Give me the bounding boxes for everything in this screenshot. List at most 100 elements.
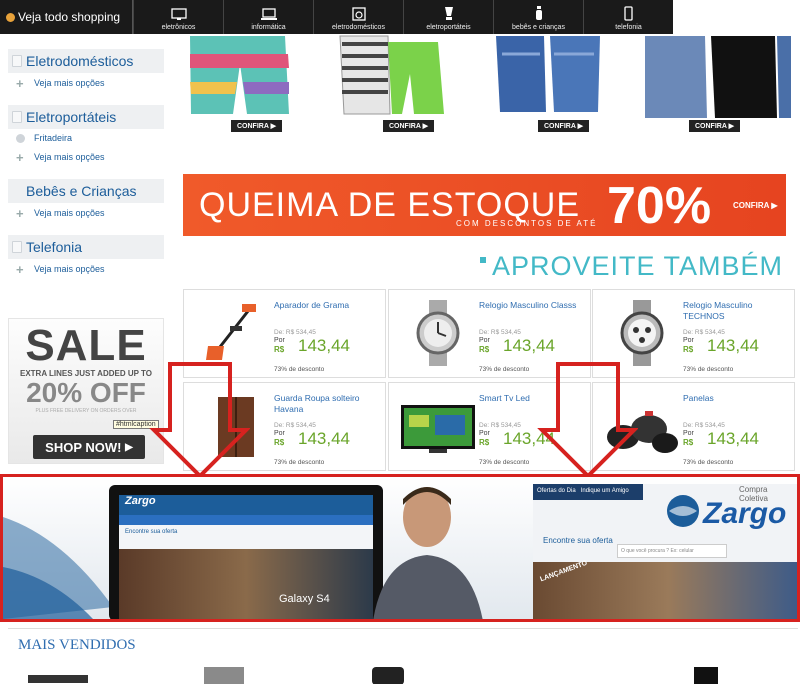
preview-search-label: Encontre sua oferta xyxy=(543,536,613,545)
confira-label: CONFIRA xyxy=(389,123,421,130)
screen-phone-label: Galaxy S4 xyxy=(279,593,330,605)
laptop-screenshot: Zargo Encontre sua oferta Galaxy S4 xyxy=(109,485,383,619)
sidebar-item-fritadeira[interactable]: Fritadeira xyxy=(8,129,164,147)
product-currency: R$ xyxy=(683,438,694,447)
shop-all-link[interactable]: Veja todo shopping xyxy=(0,0,133,34)
queima-sub: COM DESCONTOS DE ATÉ xyxy=(456,219,598,228)
product-old-price: De: R$ 534,45 xyxy=(274,422,316,429)
section-title-mais-vendidos: MAIS VENDIDOS xyxy=(18,637,136,653)
zargo-logo: Zargo xyxy=(703,497,787,530)
product-por: Por xyxy=(479,337,490,344)
sidebar-item-more[interactable]: + Veja mais opções xyxy=(8,203,164,223)
sidebar-item-label: Veja mais opções xyxy=(34,78,105,88)
laptop-screen: Zargo Encontre sua oferta Galaxy S4 xyxy=(119,495,373,619)
laptop-icon xyxy=(260,8,277,20)
product-price: 143,44 xyxy=(707,336,759,355)
nav-bebes-criancas[interactable]: bebês e crianças xyxy=(493,0,583,34)
sidebar-heading-eletroportateis[interactable]: Eletroportáteis xyxy=(8,105,164,129)
sidebar-heading-label: Bebês e Crianças xyxy=(26,183,137,199)
product-name[interactable]: Panelas xyxy=(683,393,788,404)
sidebar-heading-label: Eletrodomésticos xyxy=(26,53,134,69)
screen-menu xyxy=(119,515,373,525)
product-name[interactable]: Guarda Roupa solteiro Havana xyxy=(274,393,379,415)
queima-banner[interactable]: QUEIMA DE ESTOQUE COM DESCONTOS DE ATÉ 7… xyxy=(183,174,786,236)
tv-image xyxy=(401,405,475,453)
mais-vendidos-section: MAIS VENDIDOS xyxy=(8,628,798,684)
nav-eletrodomesticos[interactable]: eletrodomésticos xyxy=(313,0,403,34)
shorts-image[interactable] xyxy=(494,34,604,118)
product-discount: 73% de desconto xyxy=(479,366,530,373)
shorts-image[interactable] xyxy=(645,34,791,118)
product-thumb[interactable] xyxy=(684,667,724,684)
zargo-ad-banner[interactable]: Zargo Encontre sua oferta Galaxy S4 Ofer… xyxy=(0,474,800,622)
watch-image xyxy=(416,300,460,366)
confira-button[interactable]: CONFIRA ▶ xyxy=(231,120,282,132)
queima-cta[interactable]: CONFIRA ▶ xyxy=(733,201,778,210)
queima-cta-label: CONFIRA xyxy=(733,201,770,210)
featured-shorts-row: CONFIRA ▶ CONFIRA ▶ CONFIRA ▶ CONFIRA ▶ xyxy=(183,34,791,132)
product-name[interactable]: Aparador de Grama xyxy=(274,300,379,311)
monitor-icon xyxy=(170,8,187,20)
product-old-price: De: R$ 534,45 xyxy=(479,422,521,429)
chevron-right-icon: ▶ xyxy=(577,123,583,130)
nav-telefonia[interactable]: telefonia xyxy=(583,0,673,34)
queima-percent: 70% xyxy=(607,177,712,235)
product-old-price: De: R$ 534,45 xyxy=(479,329,521,336)
shorts-image[interactable] xyxy=(338,34,448,118)
confira-button[interactable]: CONFIRA ▶ xyxy=(538,120,589,132)
sidebar-heading-bebes[interactable]: Bebês e Crianças xyxy=(8,179,164,203)
preview-search-input: O que você procura ? Ex: celular xyxy=(617,544,727,558)
product-por: Por xyxy=(683,337,694,344)
bullet-icon xyxy=(16,133,25,143)
nav-eletroportateis[interactable]: eletroportáteis xyxy=(403,0,493,34)
confira-button[interactable]: CONFIRA ▶ xyxy=(383,120,434,132)
sidebar-item-more[interactable]: + Veja mais opções xyxy=(8,73,164,93)
preview-tab: Ofertas do Dia xyxy=(537,488,576,494)
nav-label: informática xyxy=(251,24,286,31)
confira-button[interactable]: CONFIRA ▶ xyxy=(689,120,740,132)
category-icon xyxy=(12,185,22,197)
sidebar-heading-label: Eletroportáteis xyxy=(26,109,117,125)
nav-label: telefonia xyxy=(615,24,642,31)
sidebar-heading-eletrodomesticos[interactable]: Eletrodomésticos xyxy=(8,49,164,73)
shop-now-label: SHOP NOW! xyxy=(45,439,122,455)
sidebar-item-more[interactable]: + Veja mais opções xyxy=(8,259,164,279)
chevron-right-icon: ▶ xyxy=(422,123,428,130)
nav-informatica[interactable]: informática xyxy=(223,0,313,34)
shop-all-label: Veja todo shopping xyxy=(18,10,121,24)
product-currency: R$ xyxy=(479,438,490,447)
product-currency: R$ xyxy=(274,345,285,354)
product-name[interactable]: Relogio Masculino TECHNOS xyxy=(683,300,788,322)
product-por: Por xyxy=(274,337,285,344)
shop-now-button[interactable]: SHOP NOW! ▶ xyxy=(33,435,145,459)
chevron-right-icon: ▶ xyxy=(728,123,734,130)
confira-label: CONFIRA xyxy=(544,123,576,130)
sidebar-item-more[interactable]: + Veja mais opções xyxy=(8,147,164,167)
category-icon xyxy=(12,241,22,253)
chevron-right-icon: ▶ xyxy=(771,201,778,210)
product-currency: R$ xyxy=(683,345,694,354)
nav-label: eletroportáteis xyxy=(426,24,471,31)
product-name[interactable]: Relogio Masculino Classs xyxy=(479,300,584,311)
product-thumb[interactable] xyxy=(204,667,244,684)
product-thumb[interactable] xyxy=(28,675,88,683)
sidebar-heading-telefonia[interactable]: Telefonia xyxy=(8,235,164,259)
product-por: Por xyxy=(274,430,285,437)
product-thumb[interactable] xyxy=(368,667,408,684)
product-discount: 73% de desconto xyxy=(683,459,734,466)
shorts-image[interactable] xyxy=(185,34,295,118)
confira-label: CONFIRA xyxy=(695,123,727,130)
confira-label: CONFIRA xyxy=(237,123,269,130)
product-discount: 73% de desconto xyxy=(274,366,325,373)
product-discount: 73% de desconto xyxy=(274,459,325,466)
sidebar-item-label: Fritadeira xyxy=(34,133,73,143)
nav-eletronicos[interactable]: eletrônicos xyxy=(133,0,223,34)
product-currency: R$ xyxy=(479,345,490,354)
phone-icon xyxy=(624,6,633,21)
blender-icon xyxy=(444,7,453,20)
sidebar: Eletrodomésticos + Veja mais opções Eletr… xyxy=(8,45,164,279)
grass-trimmer-image xyxy=(206,304,256,360)
washer-icon xyxy=(351,7,366,21)
square-bullet-icon xyxy=(480,257,486,263)
product-price: 143,44 xyxy=(298,429,350,448)
